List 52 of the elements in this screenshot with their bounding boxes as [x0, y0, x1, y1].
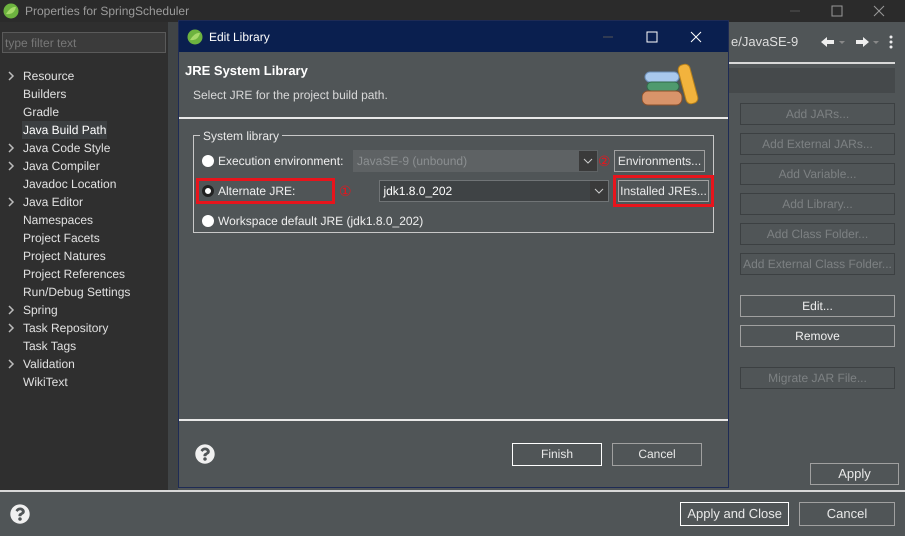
sidebar-item[interactable]: Project References [22, 265, 126, 283]
dialog-description: Select JRE for the project build path. [193, 86, 388, 104]
footer-button[interactable]: Apply and Close [680, 502, 789, 526]
sidebar-item[interactable]: Task Tags [22, 337, 78, 355]
sidebar-item[interactable]: Java Editor [22, 193, 84, 211]
sidebar-item[interactable]: Validation [22, 355, 76, 373]
sidebar-item[interactable]: Gradle [22, 103, 60, 121]
sidebar-item[interactable]: Java Build Path [22, 121, 108, 139]
radio-button[interactable] [202, 215, 214, 227]
window-title: Properties for SpringScheduler [25, 3, 190, 20]
footer-button[interactable]: Cancel [799, 502, 895, 526]
chevron-icon[interactable] [7, 359, 15, 369]
sidebar-item[interactable]: Builders [22, 85, 68, 103]
side-button[interactable]: Edit... [740, 295, 895, 317]
leaf-logo-icon [3, 3, 19, 19]
chevron-icon[interactable] [7, 71, 15, 81]
back-arrow-icon[interactable] [821, 36, 845, 48]
dropdown-icon[interactable] [594, 188, 604, 194]
sidebar-item[interactable]: Java Compiler [22, 157, 101, 175]
dialog-title: Edit Library [209, 28, 270, 46]
sidebar-item[interactable]: Javadoc Location [22, 175, 118, 193]
sidebar-item[interactable]: Java Code Style [22, 139, 112, 157]
forward-arrow-icon[interactable] [855, 36, 879, 48]
leaf-logo-icon [187, 28, 203, 44]
sidebar-item[interactable]: WikiText [22, 373, 69, 391]
apply-button[interactable]: Apply [810, 463, 899, 485]
radio-button[interactable] [202, 155, 214, 167]
annotation-number: ② [598, 152, 612, 170]
sidebar-item[interactable]: Project Natures [22, 247, 107, 265]
help-icon[interactable] [195, 444, 215, 464]
sidebar-item[interactable]: Resource [22, 67, 76, 85]
sidebar-item[interactable]: Project Facets [22, 229, 101, 247]
sidebar-item[interactable]: Spring [22, 301, 59, 319]
sidebar-item[interactable]: Namespaces [22, 211, 94, 229]
more-icon[interactable] [889, 35, 893, 49]
dialog-button[interactable]: Finish [512, 442, 602, 466]
radio-button[interactable] [202, 185, 214, 197]
jre-combo[interactable]: jdk1.8.0_202 [379, 180, 609, 202]
chevron-icon[interactable] [7, 197, 15, 207]
sidebar-item[interactable]: Task Repository [22, 319, 110, 337]
sidebar-item[interactable]: Run/Debug Settings [22, 283, 132, 301]
breadcrumb: e/JavaSE-9 [731, 33, 798, 52]
radio-label[interactable]: Workspace default JRE (jdk1.8.0_202) [218, 212, 424, 230]
dialog-heading: JRE System Library [185, 62, 309, 80]
radio-label[interactable]: Execution environment: [218, 152, 344, 170]
help-icon[interactable] [10, 504, 30, 524]
side-button[interactable]: Remove [740, 325, 895, 347]
dialog-button[interactable]: Cancel [612, 442, 702, 466]
dialog-side-button[interactable]: Installed JREs... [618, 180, 709, 202]
filter-field[interactable]: type filter text [2, 32, 166, 53]
annotation-number: ① [339, 182, 354, 200]
dialog-side-button[interactable]: Environments... [614, 150, 705, 172]
